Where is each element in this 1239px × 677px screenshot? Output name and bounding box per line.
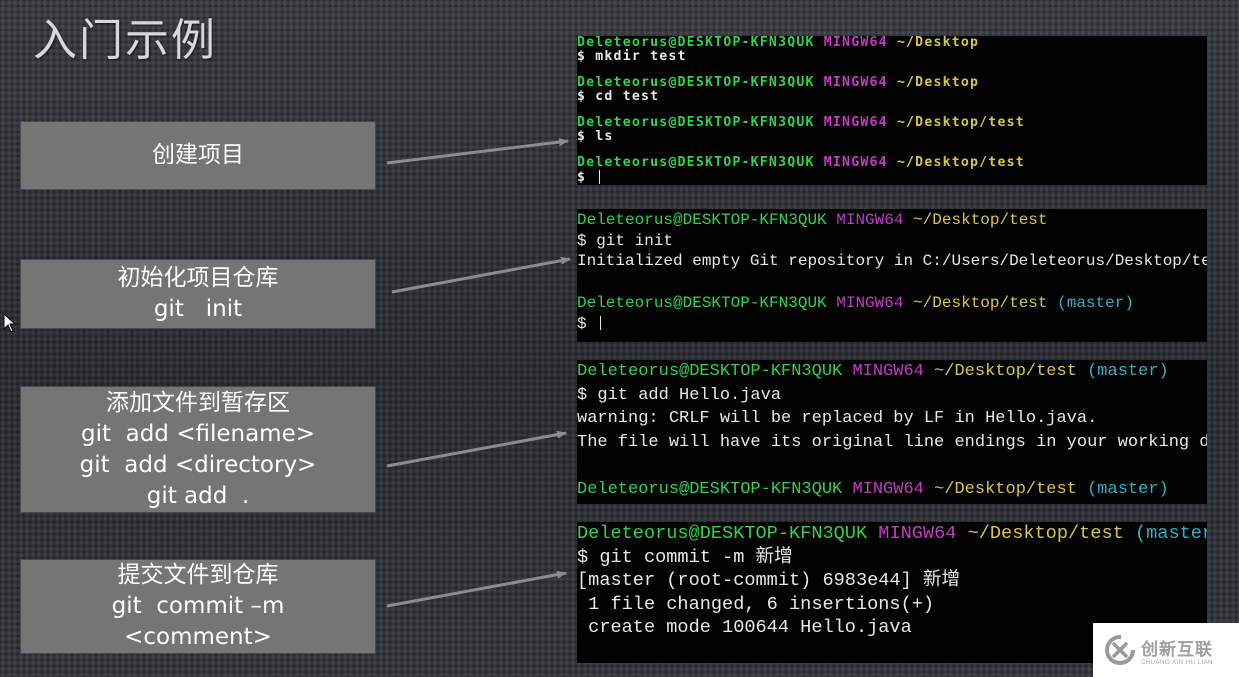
terminal-prompt-line: Deleteorus@DESKTOP-KFN3QUK MINGW64 ~/Des… — [577, 155, 1025, 170]
terminal-command-line: $ — [577, 314, 1207, 335]
arrow-add-files — [386, 430, 567, 468]
step-init-repo-box: 初始化项目仓库 git init — [20, 259, 376, 329]
terminal-output-line: [master (root-commit) 6983e44] 新增 — [577, 570, 961, 592]
terminal-command-line: $ mkdir test — [577, 48, 687, 64]
terminal-command-line: $ git init — [577, 231, 674, 250]
step-label: 创建项目 — [152, 142, 244, 168]
text-cursor — [600, 316, 602, 331]
text-cursor — [599, 169, 601, 184]
step-label: 初始化项目仓库 — [117, 265, 279, 291]
step-create-project-box: 创建项目 — [20, 121, 376, 190]
terminal-output-line: warning: CRLF will be replaced by LF in … — [577, 409, 1098, 429]
step-label: 添加文件到暂存区 — [106, 389, 290, 416]
terminal-screenshot-mkdir: Deleteorus@DESKTOP-KFN3QUK MINGW64 ~/Des… — [577, 36, 1207, 185]
terminal-command-line: $ cd test — [577, 88, 660, 104]
terminal-output-line: The file will have its original line end… — [577, 432, 1207, 452]
step-commit-box: 提交文件到仓库 git commit –m <comment> — [20, 559, 376, 654]
terminal-output-line: Initialized empty Git repository in C:/U… — [577, 252, 1207, 271]
terminal-prompt-line: Deleteorus@DESKTOP-KFN3QUK MINGW64 ~/Des… — [577, 362, 1169, 381]
mouse-pointer-icon — [3, 313, 17, 333]
terminal-command-line: $ git commit -m 新增 — [577, 546, 793, 568]
terminal-prompt-line: Deleteorus@DESKTOP-KFN3QUK MINGW64 ~/Des… — [577, 115, 1025, 130]
step-label: 提交文件到仓库 — [117, 562, 279, 588]
step-command: git add <filename> — [80, 420, 316, 447]
terminal-prompt-line: Deleteorus@DESKTOP-KFN3QUK MINGW64 ~/Des… — [577, 523, 1207, 544]
step-command: git add . — [146, 482, 250, 509]
step-command: <comment> — [124, 624, 272, 650]
step-command: git add <directory> — [79, 451, 317, 478]
terminal-prompt-line: Deleteorus@DESKTOP-KFN3QUK MINGW64 ~/Des… — [577, 36, 980, 50]
terminal-prompt-line: Deleteorus@DESKTOP-KFN3QUK MINGW64 ~/Des… — [577, 293, 1134, 312]
arrow-commit — [386, 570, 567, 608]
terminal-command-line: $ — [577, 169, 1207, 184]
slide-title: 入门示例 — [33, 15, 217, 66]
arrow-init-repo — [391, 256, 571, 294]
brand-logo-icon — [1105, 635, 1135, 665]
watermark-name: 创新互联 — [1141, 639, 1213, 660]
terminal-prompt-line: Deleteorus@DESKTOP-KFN3QUK MINGW64 ~/Des… — [577, 479, 1169, 499]
arrow-create-project — [386, 138, 569, 165]
step-command: git commit –m — [111, 593, 285, 619]
step-add-files-box: 添加文件到暂存区 git add <filename> git add <dir… — [20, 386, 376, 513]
terminal-command-line: $ ls — [577, 128, 614, 144]
terminal-prompt-line: Deleteorus@DESKTOP-KFN3QUK MINGW64 ~/Des… — [577, 75, 980, 90]
watermark-subtitle: CHUANG XIN HU LIAN — [1141, 659, 1214, 666]
step-command: git init — [153, 296, 243, 322]
terminal-command-line: $ git add Hello.java — [577, 385, 782, 405]
terminal-output-line: 1 file changed, 6 insertions(+) — [577, 593, 935, 615]
terminal-prompt-line: Deleteorus@DESKTOP-KFN3QUK MINGW64 ~/Des… — [577, 211, 1048, 229]
terminal-screenshot-git-add: Deleteorus@DESKTOP-KFN3QUK MINGW64 ~/Des… — [577, 360, 1207, 504]
watermark-logo: 创新互联 CHUANG XIN HU LIAN — [1093, 623, 1239, 677]
terminal-screenshot-git-init: Deleteorus@DESKTOP-KFN3QUK MINGW64 ~/Des… — [577, 209, 1207, 342]
